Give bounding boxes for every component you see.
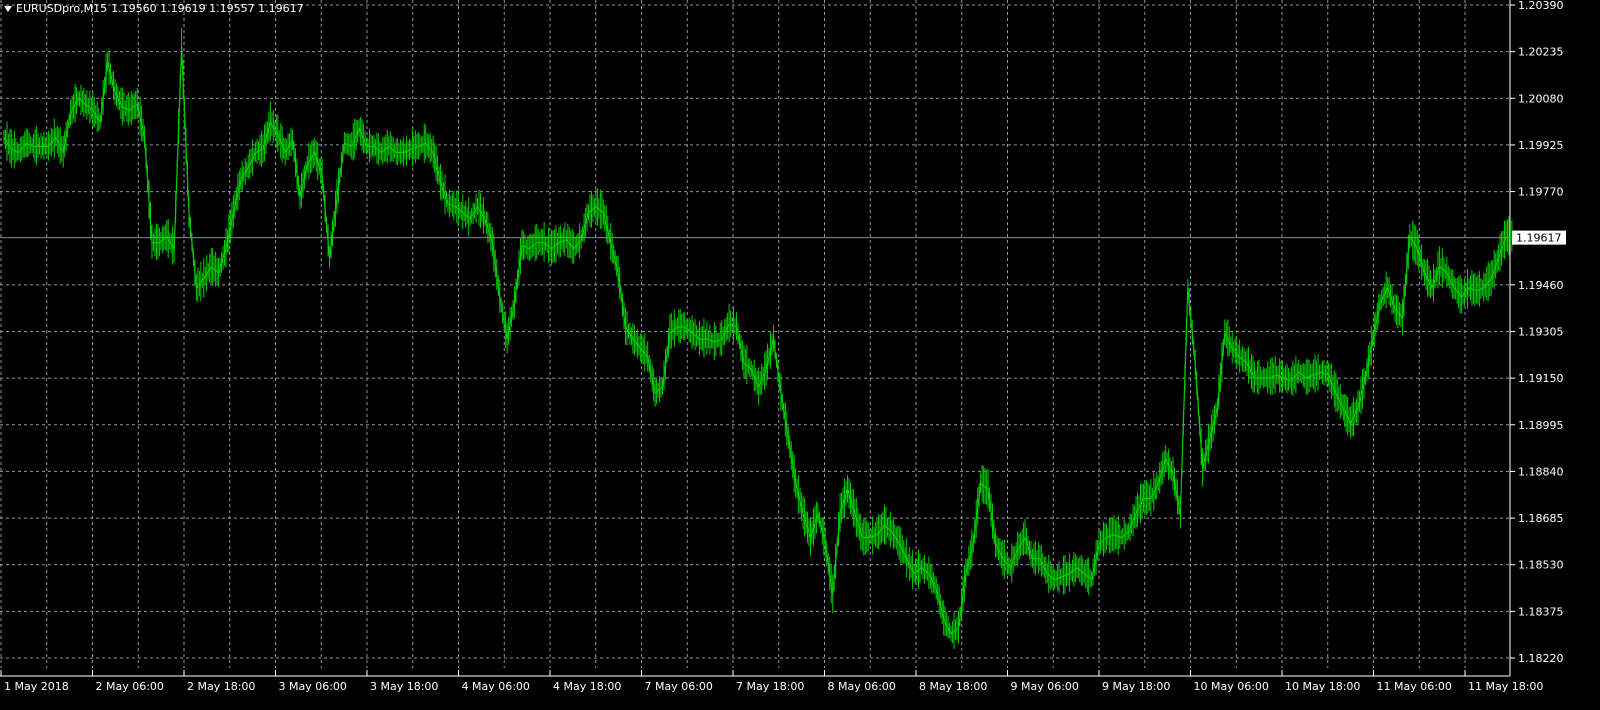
symbol-label: EURUSDpro,M15 bbox=[16, 2, 108, 15]
x-tick-label: 2 May 06:00 bbox=[96, 680, 164, 693]
y-tick-label: 1.18220 bbox=[1518, 652, 1564, 665]
chart-header: EURUSDpro,M15 1.19560 1.19619 1.19557 1.… bbox=[4, 2, 304, 15]
chart-area[interactable]: 1.20390 1.20235 1.20080 1.19925 1.19770 1.194… bbox=[0, 0, 1600, 710]
y-tick-label: 1.18530 bbox=[1518, 559, 1564, 572]
x-tick-label: 3 May 06:00 bbox=[279, 680, 347, 693]
x-tick-label: 10 May 18:00 bbox=[1285, 680, 1360, 693]
y-tick-label: 1.19460 bbox=[1518, 279, 1564, 292]
x-tick-label: 10 May 06:00 bbox=[1194, 680, 1269, 693]
y-tick-label: 1.18840 bbox=[1518, 465, 1564, 478]
x-tick-label: 2 May 18:00 bbox=[187, 680, 255, 693]
current-price-label: 1.19617 bbox=[1516, 232, 1562, 245]
x-tick-label: 7 May 18:00 bbox=[736, 680, 804, 693]
y-tick-label: 1.20080 bbox=[1518, 92, 1564, 105]
dropdown-triangle-icon[interactable] bbox=[4, 6, 12, 12]
price-chart[interactable]: 1.20390 1.20235 1.20080 1.19925 1.19770 1.194… bbox=[0, 0, 1600, 710]
y-tick-label: 1.19925 bbox=[1518, 139, 1564, 152]
y-tick-label: 1.19770 bbox=[1518, 186, 1564, 199]
x-tick-label: 7 May 06:00 bbox=[645, 680, 713, 693]
x-tick-label: 8 May 06:00 bbox=[828, 680, 896, 693]
y-tick-label: 1.18995 bbox=[1518, 419, 1564, 432]
x-tick-label: 11 May 18:00 bbox=[1468, 680, 1543, 693]
y-tick-label: 1.18685 bbox=[1518, 512, 1564, 525]
y-tick-label: 1.20235 bbox=[1518, 46, 1564, 59]
y-tick-label: 1.19150 bbox=[1518, 372, 1564, 385]
x-tick-label: 1 May 2018 bbox=[4, 680, 69, 693]
ohlc-label: 1.19560 1.19619 1.19557 1.19617 bbox=[111, 2, 304, 15]
x-tick-label: 9 May 06:00 bbox=[1011, 680, 1079, 693]
x-tick-label: 4 May 18:00 bbox=[553, 680, 621, 693]
y-tick-label: 1.18375 bbox=[1518, 605, 1564, 618]
x-tick-label: 8 May 18:00 bbox=[919, 680, 987, 693]
x-tick-label: 11 May 06:00 bbox=[1377, 680, 1452, 693]
y-tick-label: 1.19305 bbox=[1518, 326, 1564, 339]
y-tick-label: 1.20390 bbox=[1518, 0, 1564, 12]
x-tick-label: 9 May 18:00 bbox=[1102, 680, 1170, 693]
x-tick-label: 3 May 18:00 bbox=[370, 680, 438, 693]
chart-background bbox=[0, 0, 1600, 710]
x-tick-label: 4 May 06:00 bbox=[462, 680, 530, 693]
